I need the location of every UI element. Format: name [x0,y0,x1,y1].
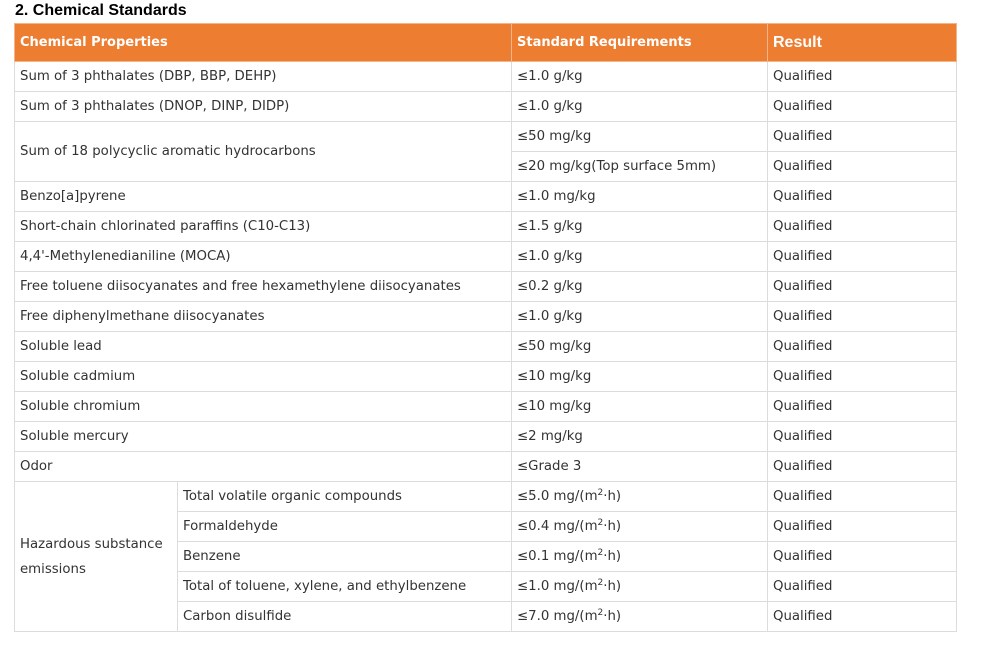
requirement-unit-suffix: ·h) [603,579,622,594]
table-row: Benzo[a]pyrene ≤1.0 mg/kg Qualified [14,181,957,212]
table-row: Soluble cadmium ≤10 mg/kg Qualified [14,361,957,392]
property-cell: Sum of 3 phthalates (DNOP, DINP, DIDP) [14,91,512,122]
requirement-cell: ≤1.0 mg/kg [511,181,768,212]
property-cell: Sum of 18 polycyclic aromatic hydrocarbo… [14,121,512,182]
result-cell: Qualified [767,181,957,212]
requirement-cell: ≤1.5 g/kg [511,211,768,242]
property-cell: Free toluene diisocyanates and free hexa… [14,271,512,302]
result-cell: Qualified [767,451,957,482]
requirement-cell: ≤1.0 g/kg [511,241,768,272]
requirement-cell: ≤1.0 mg/(m2·h) [511,571,768,602]
header-chemical-properties: Chemical Properties [14,23,512,62]
requirement-value: ≤0.4 mg/(m [517,519,598,534]
requirement-cell: ≤0.1 mg/(m2·h) [511,541,768,572]
substance-cell: Total of toluene, xylene, and ethylbenze… [177,571,512,602]
table-row: Sum of 18 polycyclic aromatic hydrocarbo… [14,121,957,182]
table-row: Odor ≤Grade 3 Qualified [14,451,957,482]
header-result: Result [767,23,957,62]
requirement-unit-suffix: ·h) [603,549,622,564]
requirement-value: ≤7.0 mg/(m [517,609,598,624]
requirement-unit-suffix: ·h) [603,609,622,624]
substance-cell: Total volatile organic compounds [177,481,512,512]
requirement-unit-suffix: ·h) [603,489,622,504]
table-row: Sum of 3 phthalates (DNOP, DINP, DIDP) ≤… [14,91,957,122]
result-cell: Qualified [767,331,957,362]
result-cell: Qualified [767,211,957,242]
result-cell: Qualified [767,571,957,602]
property-cell: Soluble cadmium [14,361,512,392]
result-cell: Qualified [767,61,957,92]
property-cell: 4,4'-Methylenedianiline (MOCA) [14,241,512,272]
requirement-cell: ≤20 mg/kg(Top surface 5mm) [511,151,768,182]
property-cell: Free diphenylmethane diisocyanates [14,301,512,332]
result-cell: Qualified [767,241,957,272]
result-cell: Qualified [767,121,957,152]
result-cell: Qualified [767,151,957,182]
table-row: Soluble mercury ≤2 mg/kg Qualified [14,421,957,452]
header-standard-requirements: Standard Requirements [511,23,768,62]
requirement-cell: ≤2 mg/kg [511,421,768,452]
section-title: 2. Chemical Standards [15,2,187,19]
result-cell: Qualified [767,511,957,542]
result-cell: Qualified [767,391,957,422]
result-cell: Qualified [767,91,957,122]
property-cell: Soluble chromium [14,391,512,422]
requirement-unit-suffix: ·h) [603,519,622,534]
table-row: Hazardous substance emissions Total vola… [14,481,957,632]
table-row: Free diphenylmethane diisocyanates ≤1.0 … [14,301,957,332]
emissions-group-label: Hazardous substance emissions [14,481,178,632]
table-row: 4,4'-Methylenedianiline (MOCA) ≤1.0 g/kg… [14,241,957,272]
table-row: Soluble chromium ≤10 mg/kg Qualified [14,391,957,422]
table-row: Free toluene diisocyanates and free hexa… [14,271,957,302]
property-cell: Benzo[a]pyrene [14,181,512,212]
requirement-cell: ≤1.0 g/kg [511,91,768,122]
requirement-cell: ≤10 mg/kg [511,361,768,392]
property-cell: Soluble mercury [14,421,512,452]
result-cell: Qualified [767,481,957,512]
requirement-value: ≤1.0 mg/(m [517,579,598,594]
substance-cell: Benzene [177,541,512,572]
property-cell: Sum of 3 phthalates (DBP, BBP, DEHP) [14,61,512,92]
requirement-cell: ≤50 mg/kg [511,121,768,152]
substance-cell: Carbon disulfide [177,601,512,632]
requirement-cell: ≤1.0 g/kg [511,61,768,92]
property-cell: Soluble lead [14,331,512,362]
requirement-cell: ≤Grade 3 [511,451,768,482]
requirement-cell: ≤1.0 g/kg [511,301,768,332]
result-cell: Qualified [767,361,957,392]
property-cell: Odor [14,451,512,482]
substance-cell: Formaldehyde [177,511,512,542]
requirement-cell: ≤7.0 mg/(m2·h) [511,601,768,632]
table-row: Short-chain chlorinated paraffins (C10-C… [14,211,957,242]
result-cell: Qualified [767,271,957,302]
table-row: Sum of 3 phthalates (DBP, BBP, DEHP) ≤1.… [14,61,957,92]
chemical-standards-table: Chemical Properties Standard Requirement… [14,23,957,632]
result-cell: Qualified [767,301,957,332]
requirement-cell: ≤5.0 mg/(m2·h) [511,481,768,512]
table-row: Soluble lead ≤50 mg/kg Qualified [14,331,957,362]
result-cell: Qualified [767,421,957,452]
requirement-cell: ≤0.2 g/kg [511,271,768,302]
result-cell: Qualified [767,541,957,572]
requirement-cell: ≤50 mg/kg [511,331,768,362]
table-header-row: Chemical Properties Standard Requirement… [14,23,957,62]
requirement-value: ≤5.0 mg/(m [517,489,598,504]
requirement-value: ≤0.1 mg/(m [517,549,598,564]
result-cell: Qualified [767,601,957,632]
requirement-cell: ≤10 mg/kg [511,391,768,422]
property-cell: Short-chain chlorinated paraffins (C10-C… [14,211,512,242]
requirement-cell: ≤0.4 mg/(m2·h) [511,511,768,542]
